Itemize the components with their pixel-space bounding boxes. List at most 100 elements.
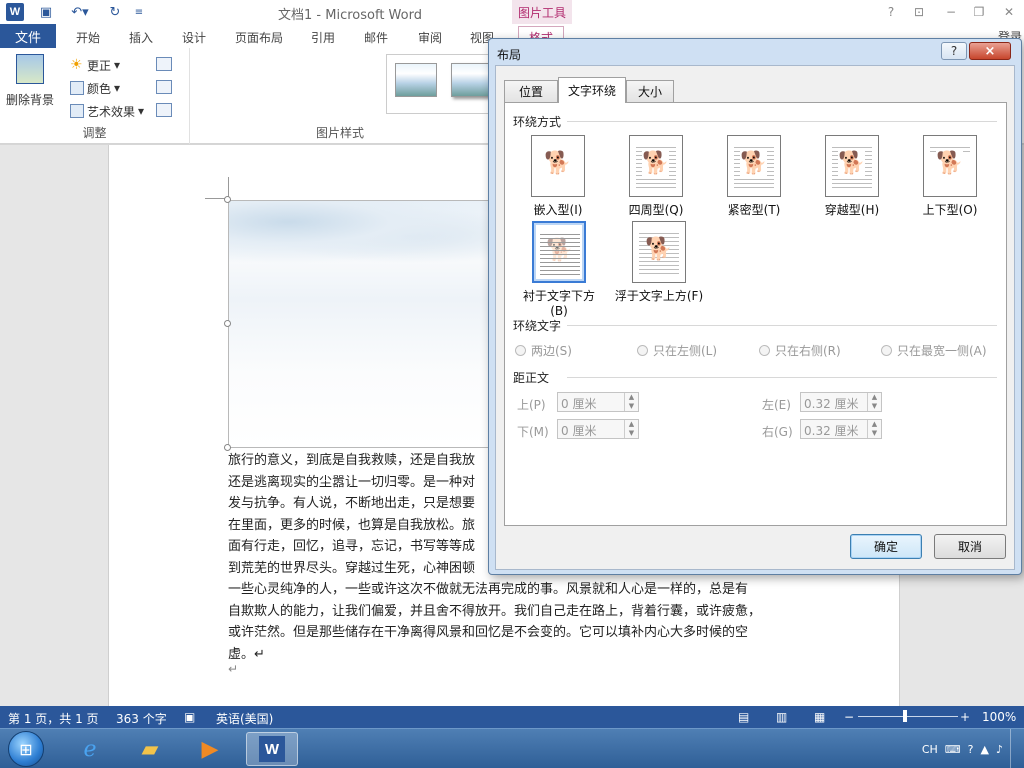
wrap-option-inline[interactable]: 🐕 嵌入型(I): [515, 135, 601, 218]
tab-references[interactable]: 引用: [311, 29, 335, 46]
spinner-arrows-icon[interactable]: ▲ ▼: [624, 420, 638, 438]
change-picture-icon[interactable]: [156, 80, 172, 94]
dialog-close-button[interactable]: ×: [969, 42, 1011, 60]
zoom-level[interactable]: 100%: [982, 710, 1016, 724]
remove-background-button[interactable]: 删除背景: [4, 54, 56, 108]
tab-mailings[interactable]: 邮件: [364, 29, 388, 46]
minimize-icon[interactable]: −: [940, 3, 962, 21]
title-bar: W ▣ ↶▾ ↻ ≡ 文档1 - Microsoft Word 图片工具 ? ⊡…: [0, 0, 1024, 24]
color-button[interactable]: 颜色 ▾: [70, 79, 120, 97]
dropdown-arrow-icon: ▾: [114, 81, 121, 95]
page-count[interactable]: 第 1 页，共 1 页: [8, 710, 99, 727]
word-taskbar-button[interactable]: W: [246, 732, 298, 766]
help-icon[interactable]: ?: [880, 3, 902, 21]
keyboard-icon[interactable]: ⌨: [945, 743, 961, 756]
zoom-out-button[interactable]: −: [844, 710, 854, 724]
dropdown-arrow-icon: ▾: [114, 58, 121, 72]
ok-button[interactable]: 确定: [850, 534, 922, 559]
tab-insert[interactable]: 插入: [129, 29, 153, 46]
wrap-left-only-radio[interactable]: 只在左侧(L): [637, 342, 717, 359]
reset-picture-icon[interactable]: [156, 103, 172, 117]
distance-bottom-input[interactable]: 0 厘米 ▲ ▼: [557, 419, 639, 439]
language-indicator[interactable]: 英语(美国): [216, 710, 273, 727]
tab-text-wrapping[interactable]: 文字环绕: [558, 77, 626, 103]
wrap-option-top-bottom[interactable]: 🐕 上下型(O): [907, 135, 993, 218]
zoom-slider[interactable]: [858, 716, 958, 717]
resize-handle[interactable]: [224, 320, 231, 327]
resize-handle[interactable]: [224, 196, 231, 203]
wrap-right-only-radio[interactable]: 只在右侧(R): [759, 342, 841, 359]
redo-icon[interactable]: ↻: [104, 2, 126, 22]
section-divider: [567, 121, 997, 122]
proofing-icon[interactable]: ▣: [184, 710, 195, 724]
word-count[interactable]: 363 个字: [116, 710, 167, 727]
tab-position[interactable]: 位置: [504, 80, 558, 102]
file-explorer-icon[interactable]: ▰: [124, 732, 176, 766]
picture-style-thumb[interactable]: [451, 63, 493, 97]
artistic-effects-button[interactable]: 艺术效果 ▾: [70, 102, 144, 120]
maximize-icon[interactable]: ❐: [968, 3, 990, 21]
selected-picture[interactable]: [228, 200, 528, 448]
show-desktop-button[interactable]: [1010, 729, 1020, 768]
corrections-icon: ☀: [70, 57, 83, 73]
dropdown-arrow-icon: ▾: [138, 104, 145, 118]
wrap-inline-icon: 🐕: [531, 135, 585, 197]
start-button[interactable]: ⊞: [8, 731, 44, 767]
ribbon-display-options-icon[interactable]: ⊡: [908, 3, 930, 21]
radio-button-icon: [881, 345, 892, 356]
save-icon[interactable]: ▣: [36, 2, 56, 22]
distance-left-input[interactable]: 0.32 厘米 ▲ ▼: [800, 392, 882, 412]
word-logo-icon[interactable]: W: [6, 3, 24, 21]
wrap-option-behind-text[interactable]: 🐕 衬于文字下方(B): [515, 221, 603, 318]
undo-icon[interactable]: ↶▾: [66, 2, 94, 22]
spinner-arrows-icon[interactable]: ▲ ▼: [867, 393, 881, 411]
wrap-largest-only-radio[interactable]: 只在最宽一侧(A): [881, 342, 987, 359]
internet-explorer-icon[interactable]: ℯ: [64, 732, 116, 766]
picture-style-thumb[interactable]: [395, 63, 437, 97]
wrap-option-label: 上下型(O): [922, 203, 978, 217]
wrap-option-through[interactable]: 🐕 穿越型(H): [809, 135, 895, 218]
tab-home[interactable]: 开始: [76, 29, 100, 46]
print-layout-icon[interactable]: ▥: [776, 710, 787, 724]
wrap-option-in-front-of-text[interactable]: 🐕 浮于文字上方(F): [613, 221, 705, 304]
text-line: 自欺欺人的能力，让我们偏爱，并且舍不得放开。我们自己走在路上，背着行囊，或许疲惫…: [228, 603, 762, 619]
close-icon[interactable]: ✕: [998, 3, 1020, 21]
dialog-help-button[interactable]: ?: [941, 42, 967, 60]
system-tray: CH ⌨ ? ▲ ♪: [922, 729, 1020, 768]
read-mode-icon[interactable]: ▤: [738, 710, 749, 724]
tab-review[interactable]: 审阅: [418, 29, 442, 46]
distance-top-label: 上(P): [517, 398, 546, 412]
wrap-both-sides-radio[interactable]: 两边(S): [515, 342, 572, 359]
input-language-indicator[interactable]: CH: [922, 743, 938, 756]
wrap-option-label: 浮于文字上方(F): [614, 289, 704, 303]
distance-top-input[interactable]: 0 厘米 ▲ ▼: [557, 392, 639, 412]
help-icon[interactable]: ?: [968, 743, 974, 756]
distance-value: 0 厘米: [561, 397, 597, 411]
cancel-button[interactable]: 取消: [934, 534, 1006, 559]
wrap-option-square[interactable]: 🐕 四周型(Q): [613, 135, 699, 218]
tab-size[interactable]: 大小: [626, 80, 674, 102]
tab-design[interactable]: 设计: [182, 29, 206, 46]
media-player-icon[interactable]: ▶: [184, 732, 236, 766]
corrections-button[interactable]: ☀ 更正 ▾: [70, 56, 120, 74]
zoom-in-button[interactable]: +: [960, 710, 970, 724]
wrap-option-tight[interactable]: 🐕 紧密型(T): [711, 135, 797, 218]
radio-button-icon: [759, 345, 770, 356]
volume-icon[interactable]: ♪: [996, 743, 1003, 756]
distance-right-input[interactable]: 0.32 厘米 ▲ ▼: [800, 419, 882, 439]
wrap-option-label: 四周型(Q): [628, 203, 684, 217]
text-line: 一些心灵纯净的人，一些或许这次不做就无法再完成的事。风景就和人心是一样的，总是有: [228, 582, 749, 597]
zoom-slider-thumb[interactable]: [903, 710, 907, 722]
web-layout-icon[interactable]: ▦: [814, 710, 825, 724]
spinner-arrows-icon[interactable]: ▲ ▼: [867, 420, 881, 438]
picture-tools-label: 图片工具: [512, 0, 572, 24]
customize-quick-access-icon[interactable]: ≡: [132, 2, 146, 22]
status-bar: 第 1 页，共 1 页 363 个字 ▣ 英语(美国) ▤ ▥ ▦ − + 10…: [0, 706, 1024, 728]
tab-page-layout[interactable]: 页面布局: [235, 29, 283, 46]
spinner-arrows-icon[interactable]: ▲ ▼: [624, 393, 638, 411]
tray-expand-icon[interactable]: ▲: [981, 743, 989, 756]
compress-pictures-icon[interactable]: [156, 57, 172, 71]
distance-bottom-label: 下(M): [517, 425, 549, 439]
radio-label: 只在左侧(L): [653, 344, 718, 358]
tab-file[interactable]: 文件: [0, 24, 56, 48]
